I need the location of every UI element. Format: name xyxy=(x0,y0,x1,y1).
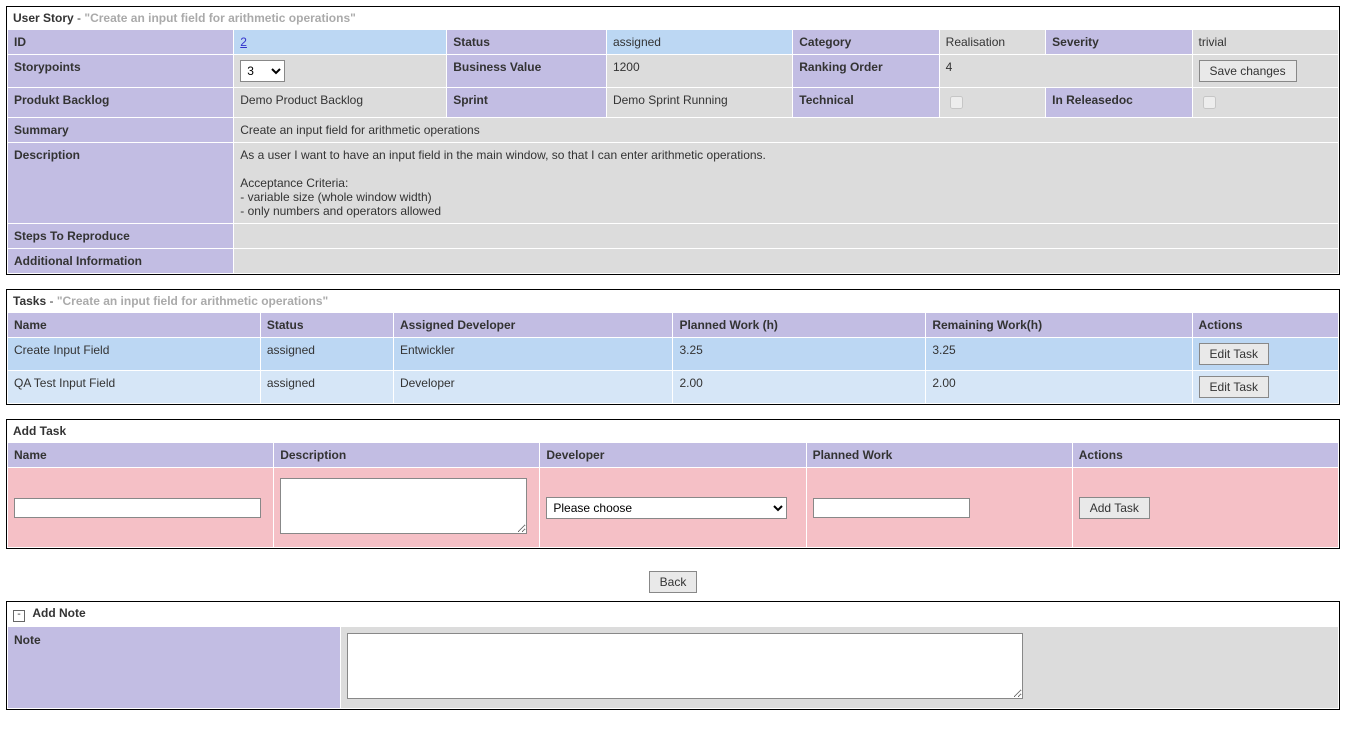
value-id: 2 xyxy=(234,30,447,55)
value-storypoints: 3 xyxy=(234,55,447,88)
add-note-panel: - Add Note Note xyxy=(6,601,1340,710)
tasks-title-sub: "Create an input field for arithmetic op… xyxy=(57,294,328,308)
label-severity: Severity xyxy=(1046,30,1192,55)
edit-task-button[interactable]: Edit Task xyxy=(1199,376,1269,398)
task-actions: Edit Task xyxy=(1192,371,1338,404)
addcol-actions: Actions xyxy=(1072,443,1338,468)
user-story-panel: User Story - "Create an input field for … xyxy=(6,6,1340,275)
col-planned: Planned Work (h) xyxy=(673,313,926,338)
label-category: Category xyxy=(793,30,939,55)
value-description: As a user I want to have an input field … xyxy=(234,143,1339,224)
user-story-title: User Story - "Create an input field for … xyxy=(7,7,1339,29)
task-actions: Edit Task xyxy=(1192,338,1338,371)
add-task-title: Add Task xyxy=(7,420,1339,442)
task-status: assigned xyxy=(260,371,393,404)
task-remaining: 3.25 xyxy=(926,338,1192,371)
value-sprint: Demo Sprint Running xyxy=(606,88,792,118)
addcol-planned: Planned Work xyxy=(806,443,1072,468)
value-additional xyxy=(234,249,1339,274)
user-story-title-label: User Story xyxy=(13,11,74,25)
addcol-developer: Developer xyxy=(540,443,806,468)
add-task-name-input[interactable] xyxy=(14,498,261,518)
label-storypoints: Storypoints xyxy=(8,55,234,88)
value-in-releasedoc xyxy=(1192,88,1338,118)
add-task-developer-select[interactable]: Please choose xyxy=(546,497,787,519)
add-task-description-input[interactable] xyxy=(280,478,527,534)
label-description: Description xyxy=(8,143,234,224)
value-product-backlog: Demo Product Backlog xyxy=(234,88,447,118)
col-assigned: Assigned Developer xyxy=(393,313,673,338)
add-name-cell xyxy=(8,468,274,548)
edit-task-button[interactable]: Edit Task xyxy=(1199,343,1269,365)
task-planned: 3.25 xyxy=(673,338,926,371)
back-button[interactable]: Back xyxy=(649,571,698,593)
task-status: assigned xyxy=(260,338,393,371)
tasks-title-label: Tasks xyxy=(13,294,46,308)
value-technical xyxy=(939,88,1045,118)
addcol-description: Description xyxy=(274,443,540,468)
add-task-planned-input[interactable] xyxy=(813,498,971,518)
col-actions: Actions xyxy=(1192,313,1338,338)
value-status: assigned xyxy=(606,30,792,55)
addcol-name: Name xyxy=(8,443,274,468)
value-ranking-order: 4 xyxy=(939,55,1192,88)
value-business-value: 1200 xyxy=(606,55,792,88)
user-story-title-sub: "Create an input field for arithmetic op… xyxy=(84,11,355,25)
add-task-panel: Add Task Name Description Developer Plan… xyxy=(6,419,1340,549)
save-cell: Save changes xyxy=(1192,55,1338,88)
table-row: QA Test Input Field assigned Developer 2… xyxy=(8,371,1339,404)
col-status: Status xyxy=(260,313,393,338)
add-note-table: Note xyxy=(7,626,1339,709)
add-task-table: Name Description Developer Planned Work … xyxy=(7,442,1339,548)
add-desc-cell xyxy=(274,468,540,548)
tasks-table: Name Status Assigned Developer Planned W… xyxy=(7,312,1339,404)
task-name: QA Test Input Field xyxy=(8,371,261,404)
collapse-icon[interactable]: - xyxy=(13,610,25,622)
add-note-title: - Add Note xyxy=(7,602,1339,626)
label-status: Status xyxy=(447,30,607,55)
label-technical: Technical xyxy=(793,88,939,118)
label-steps: Steps To Reproduce xyxy=(8,224,234,249)
task-planned: 2.00 xyxy=(673,371,926,404)
task-remaining: 2.00 xyxy=(926,371,1192,404)
technical-checkbox[interactable] xyxy=(950,96,963,109)
note-label: Note xyxy=(8,627,341,709)
label-additional: Additional Information xyxy=(8,249,234,274)
note-textarea[interactable] xyxy=(347,633,1023,699)
id-link[interactable]: 2 xyxy=(240,35,247,49)
tasks-panel: Tasks - "Create an input field for arith… xyxy=(6,289,1340,405)
add-task-form-row: Please choose Add Task xyxy=(8,468,1339,548)
value-severity: trivial xyxy=(1192,30,1338,55)
add-note-title-label: Add Note xyxy=(32,606,85,620)
value-summary: Create an input field for arithmetic ope… xyxy=(234,118,1339,143)
note-value-cell xyxy=(340,627,1338,709)
col-name: Name xyxy=(8,313,261,338)
task-assigned: Developer xyxy=(393,371,673,404)
label-business-value: Business Value xyxy=(447,55,607,88)
label-sprint: Sprint xyxy=(447,88,607,118)
label-ranking-order: Ranking Order xyxy=(793,55,939,88)
add-task-button[interactable]: Add Task xyxy=(1079,497,1150,519)
add-planned-cell xyxy=(806,468,1072,548)
label-id: ID xyxy=(8,30,234,55)
label-in-releasedoc: In Releasedoc xyxy=(1046,88,1192,118)
save-changes-button[interactable]: Save changes xyxy=(1199,60,1297,82)
table-row: Create Input Field assigned Entwickler 3… xyxy=(8,338,1339,371)
task-name: Create Input Field xyxy=(8,338,261,371)
label-product-backlog: Produkt Backlog xyxy=(8,88,234,118)
add-task-title-label: Add Task xyxy=(13,424,66,438)
tasks-title: Tasks - "Create an input field for arith… xyxy=(7,290,1339,312)
add-actions-cell: Add Task xyxy=(1072,468,1338,548)
label-summary: Summary xyxy=(8,118,234,143)
storypoints-select[interactable]: 3 xyxy=(240,60,285,82)
user-story-table: ID 2 Status assigned Category Realisatio… xyxy=(7,29,1339,274)
value-category: Realisation xyxy=(939,30,1045,55)
add-dev-cell: Please choose xyxy=(540,468,806,548)
releasedoc-checkbox[interactable] xyxy=(1203,96,1216,109)
col-remaining: Remaining Work(h) xyxy=(926,313,1192,338)
value-steps xyxy=(234,224,1339,249)
back-button-container: Back xyxy=(6,563,1340,601)
task-assigned: Entwickler xyxy=(393,338,673,371)
